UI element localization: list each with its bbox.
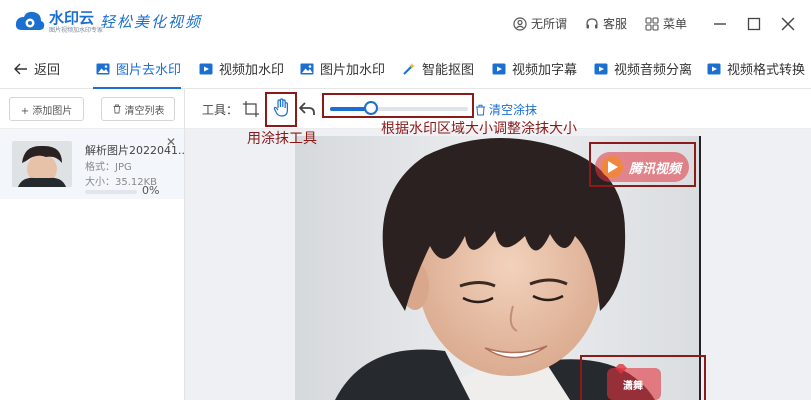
menu-label: 菜单 (662, 17, 687, 31)
customer-service-button[interactable]: 客服 (585, 15, 627, 32)
video-icon (199, 63, 213, 74)
clear-paint-button[interactable]: 清空涂抹 (475, 101, 537, 118)
tab-label: 智能抠图 (422, 63, 475, 78)
trash-icon (113, 104, 120, 114)
bottom-watermark-highlight-box (580, 355, 706, 400)
tools-label: 工具： (202, 103, 239, 117)
tab-smart-cutout[interactable]: 智能抠图 (402, 59, 474, 78)
close-icon (781, 17, 795, 30)
tab-image-add-watermark[interactable]: 图片加水印 (300, 59, 385, 78)
tab-label: 视频加水印 (219, 63, 285, 78)
undo-button[interactable] (297, 99, 317, 119)
file-name: 解析图片2022041... (85, 144, 189, 157)
title-bar: 水印云 图片视频加水印专家 轻松美化视频 无所谓 客服 菜单 (0, 0, 811, 47)
app-name: 水印云 (49, 8, 95, 27)
tab-label: 视频格式转换 (727, 63, 806, 78)
video-icon (594, 63, 608, 74)
user-name-label: 无所谓 (530, 17, 567, 31)
brush-tool-annotation: 用涂抹工具 (247, 131, 317, 147)
video-icon (492, 63, 506, 74)
undo-icon (299, 102, 315, 115)
menu-button[interactable]: 菜单 (645, 15, 687, 32)
top-watermark-highlight-box (589, 142, 696, 187)
tab-label: 视频音频分离 (614, 63, 693, 78)
file-list-panel: + 添加图片 清空列表 ✕ 解析图片2022041... 格式：JPG 大小：3… (0, 89, 188, 400)
maximize-icon (747, 17, 761, 30)
image-icon (300, 63, 314, 74)
arrow-left-icon (14, 63, 27, 74)
feature-nav-bar: 返回 图片去水印 视频加水印 图片加水印 智能抠图 视频加字幕 视频音频分离 视… (0, 47, 811, 89)
tab-label: 视频加字幕 (512, 63, 578, 78)
slider-annotation: 根据水印区域大小调整涂抹大小 (381, 121, 577, 137)
file-thumbnail (12, 141, 72, 187)
minimize-icon (714, 22, 726, 25)
customer-service-label: 客服 (602, 17, 627, 31)
user-icon (513, 16, 527, 31)
tab-video-add-watermark[interactable]: 视频加水印 (199, 59, 284, 78)
image-icon (96, 63, 110, 74)
tab-video-format-conversion[interactable]: 视频格式转换 (707, 59, 805, 78)
minimize-button[interactable] (705, 9, 735, 39)
brush-tool-highlight-box (265, 92, 297, 127)
tab-remove-image-watermark[interactable]: 图片去水印 (96, 59, 181, 78)
trash-icon (476, 104, 485, 115)
marquee-icon (243, 101, 259, 117)
tab-video-audio-separation[interactable]: 视频音频分离 (594, 59, 692, 78)
selection-tool-button[interactable] (241, 99, 261, 119)
tab-label: 图片加水印 (320, 63, 386, 78)
grid-icon (645, 16, 659, 31)
headset-icon (586, 17, 598, 28)
cloud-logo-icon (14, 8, 46, 36)
back-label: 返回 (34, 63, 61, 78)
file-list-item[interactable]: ✕ 解析图片2022041... 格式：JPG 大小：35.12KB 0% (0, 129, 188, 199)
tab-label: 图片去水印 (116, 63, 182, 78)
clear-list-button[interactable]: 清空列表 (101, 97, 175, 121)
app-subtitle: 图片视频加水印专家 (49, 26, 104, 34)
add-image-label: + 添加图片 (20, 105, 73, 117)
slider-highlight-box (322, 93, 474, 118)
user-account-button[interactable]: 无所谓 (513, 15, 567, 32)
close-button[interactable] (773, 9, 803, 39)
add-image-button[interactable]: + 添加图片 (9, 97, 84, 121)
video-icon (707, 63, 721, 74)
clear-paint-label: 清空涂抹 (489, 103, 538, 117)
tab-video-add-subtitles[interactable]: 视频加字幕 (492, 59, 577, 78)
file-progress-text: 0% (142, 184, 160, 197)
app-slogan: 轻松美化视频 (100, 13, 203, 31)
file-format: 格式：JPG (85, 162, 132, 173)
app-logo: 水印云 图片视频加水印专家 (14, 8, 103, 36)
maximize-button[interactable] (739, 9, 769, 39)
magic-wand-icon (403, 62, 415, 75)
clear-list-label: 清空列表 (124, 105, 165, 117)
back-button[interactable]: 返回 (14, 59, 60, 78)
file-progress-bar (85, 190, 137, 194)
